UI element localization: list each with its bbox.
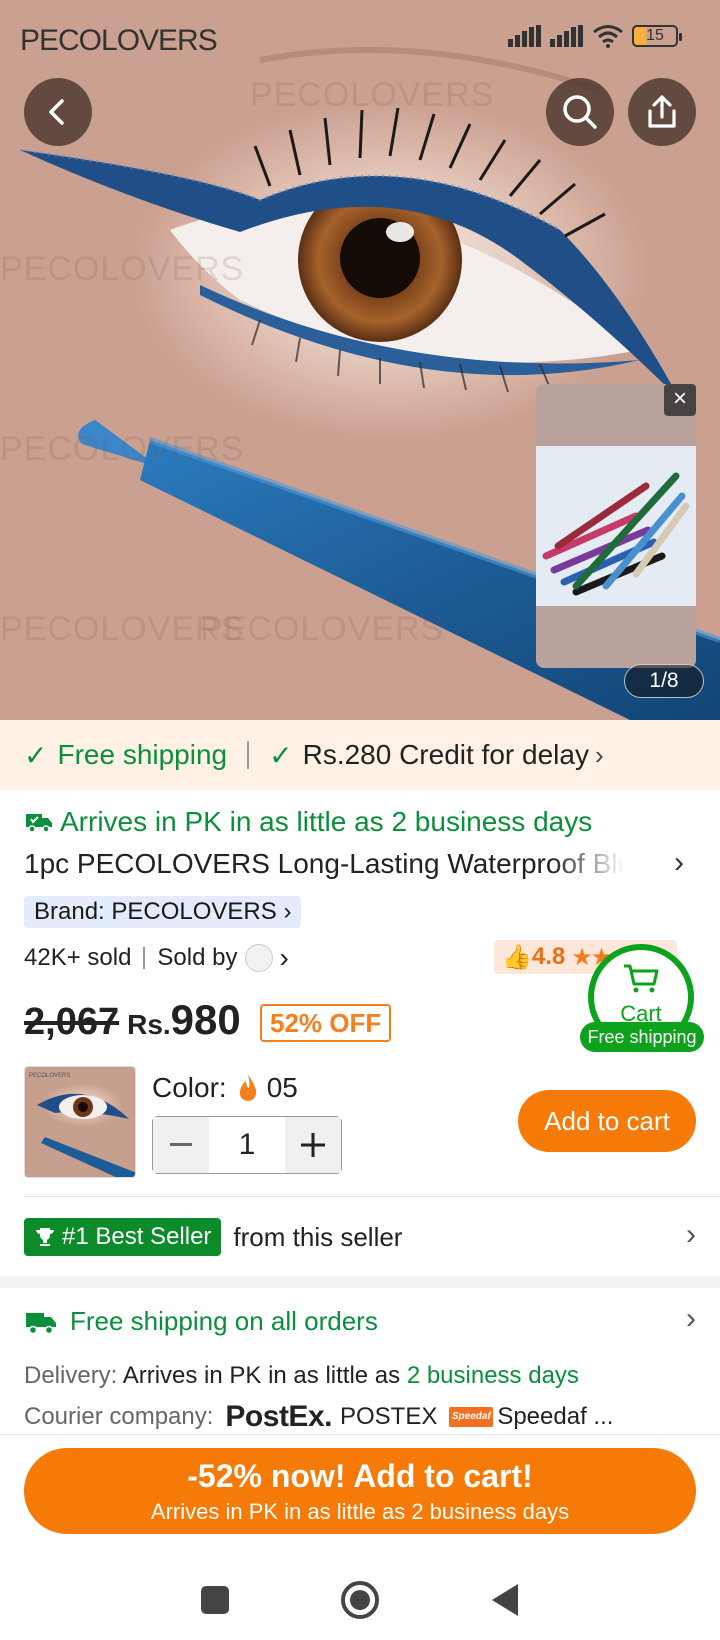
- check-icon: ✓: [24, 739, 48, 771]
- best-seller-label: #1 Best Seller: [62, 1223, 212, 1250]
- status-icons: 15: [508, 24, 682, 48]
- discount-badge: 52% OFF: [260, 1004, 392, 1042]
- shipping-banner[interactable]: ✓ Free shipping ✓ Rs.280 Credit for dela…: [0, 720, 720, 790]
- back-nav-icon[interactable]: [490, 1583, 520, 1617]
- add-to-cart-cta-button[interactable]: -52% now! Add to cart! Arrives in PK in …: [24, 1448, 696, 1534]
- rating-value: 4.8: [531, 943, 566, 970]
- courier-info: Courier company: PostEx. POSTEX Speedaf …: [24, 1400, 613, 1434]
- arrival-text: Arrives in PK in as little as 2 business…: [60, 806, 593, 837]
- sales-info: 42K+ sold Sold by ›: [24, 942, 289, 974]
- sold-by-label: Sold by: [157, 944, 238, 971]
- watermark: PECOLOVERS: [200, 610, 445, 648]
- free-shipping-row[interactable]: Free shipping on all orders ›: [24, 1302, 696, 1337]
- arrival-estimate: Arrives in PK in as little as 2 business…: [24, 806, 592, 838]
- brand-link[interactable]: Brand: PECOLOVERS ›: [24, 896, 302, 928]
- minus-icon: [170, 1143, 192, 1146]
- brand-label: Brand: PECOLOVERS: [34, 898, 277, 925]
- thumbs-up-icon: 👍: [502, 943, 532, 971]
- delivery-info: Delivery: Arrives in PK in as little as …: [24, 1362, 579, 1390]
- quantity-value[interactable]: 1: [209, 1117, 285, 1173]
- recents-icon[interactable]: [200, 1585, 230, 1615]
- speedaf-logo: Speedaf: [449, 1407, 494, 1427]
- trophy-icon: [36, 1228, 54, 1246]
- status-bar: PECOLOVERS 15: [0, 0, 720, 80]
- divider: [24, 1196, 720, 1197]
- chevron-right-icon[interactable]: ›: [674, 846, 684, 880]
- chevron-right-icon: ›: [594, 739, 604, 770]
- battery-icon: 15: [632, 25, 682, 47]
- flame-icon: [239, 1075, 256, 1101]
- watermark: PECOLOVERS: [0, 430, 245, 468]
- courier-name-speedaf: Speedaf ...: [497, 1403, 614, 1430]
- signal-icon: [508, 25, 541, 47]
- chevron-left-icon: [49, 99, 64, 125]
- image-counter: 1/8: [624, 664, 704, 698]
- system-nav-bar: [0, 1560, 720, 1640]
- home-icon[interactable]: [340, 1580, 380, 1620]
- delivery-truck-icon: [26, 814, 52, 833]
- svg-text:PECOLOVERS: PECOLOVERS: [29, 1073, 70, 1079]
- chevron-right-icon: ›: [686, 1218, 696, 1251]
- best-seller-row[interactable]: #1 Best Seller from this seller ›: [24, 1218, 696, 1256]
- chevron-right-icon: ›: [686, 1302, 696, 1335]
- quantity-stepper[interactable]: 1: [152, 1116, 342, 1174]
- video-preview[interactable]: [536, 384, 696, 668]
- price-block: 2,067 Rs. 980: [24, 996, 241, 1044]
- delivery-text: Arrives in PK in as little as: [122, 1362, 401, 1389]
- product-title[interactable]: 1pc PECOLOVERS Long-Lasting Waterproof B…: [24, 848, 624, 880]
- cart-icon: [624, 964, 659, 993]
- color-label: Color:: [152, 1072, 227, 1103]
- product-image-carousel[interactable]: PECOLOVERS PECOLOVERS PECOLOVERS PECOLOV…: [0, 0, 720, 720]
- courier-name-postex: POSTEX: [339, 1403, 438, 1430]
- chevron-right-icon: ›: [283, 898, 292, 925]
- divider: [0, 1434, 720, 1435]
- watermark: PECOLOVERS: [0, 250, 245, 288]
- sale-price: 980: [170, 996, 241, 1043]
- color-value: 05: [266, 1072, 298, 1103]
- section-separator: [0, 1276, 720, 1288]
- decrease-quantity-button[interactable]: [153, 1117, 209, 1173]
- delivery-truck-icon: [26, 1312, 56, 1334]
- color-selector[interactable]: Color: 05: [152, 1072, 298, 1104]
- cta-secondary-text: Arrives in PK in as little as 2 business…: [150, 1499, 570, 1524]
- seller-avatar[interactable]: [245, 944, 274, 972]
- preview-image-pencils: [536, 446, 696, 606]
- signal-icon: [550, 25, 583, 47]
- free-shipping-title: Free shipping on all orders: [70, 1306, 378, 1336]
- cart-free-shipping-badge: Free shipping: [580, 1022, 704, 1052]
- increase-quantity-button[interactable]: [285, 1117, 341, 1173]
- original-price: 2,067: [24, 1001, 120, 1043]
- cta-primary-text: -52% now! Add to cart!: [187, 1458, 533, 1494]
- best-seller-text: from this seller: [233, 1221, 403, 1252]
- plus-icon: [301, 1133, 325, 1157]
- divider: [143, 947, 146, 969]
- delivery-label: Delivery:: [24, 1362, 118, 1389]
- add-to-cart-button[interactable]: Add to cart: [518, 1090, 696, 1152]
- delivery-days: 2 business days: [406, 1362, 579, 1389]
- postex-logo: PostEx.: [225, 1400, 332, 1433]
- credit-label: Rs.280 Credit for delay: [302, 739, 589, 770]
- currency: Rs.: [127, 1009, 171, 1040]
- back-button[interactable]: [24, 78, 92, 146]
- sold-count: 42K+ sold: [24, 944, 132, 971]
- chevron-right-icon[interactable]: ›: [279, 942, 288, 974]
- share-button[interactable]: [628, 78, 696, 146]
- check-icon: ✓: [269, 739, 293, 771]
- wifi-icon: [593, 25, 623, 48]
- status-time: PECOLOVERS: [20, 24, 218, 57]
- search-button[interactable]: [546, 78, 614, 146]
- courier-label: Courier company:: [24, 1403, 214, 1430]
- watermark: PECOLOVERS: [250, 76, 495, 114]
- search-icon: [563, 95, 597, 129]
- variant-thumbnail[interactable]: PECOLOVERS: [24, 1066, 136, 1178]
- best-seller-badge: #1 Best Seller: [24, 1218, 222, 1256]
- close-preview-button[interactable]: ×: [664, 384, 696, 416]
- free-shipping-label: Free shipping: [57, 739, 228, 770]
- share-icon: [648, 95, 676, 128]
- divider: [247, 741, 250, 769]
